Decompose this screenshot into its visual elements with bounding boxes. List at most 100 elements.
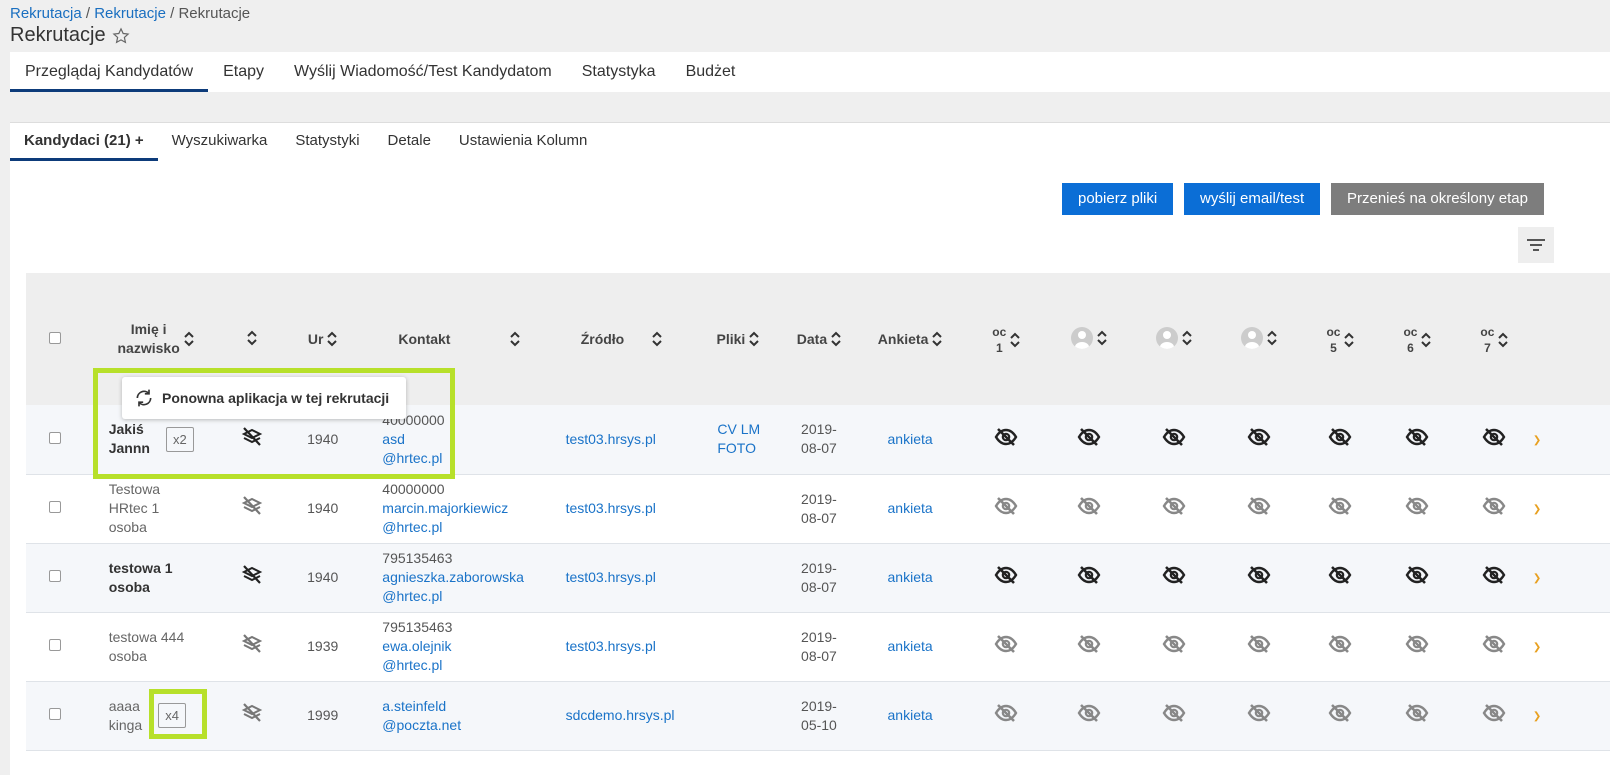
source-link[interactable]: test03.hrsys.pl bbox=[566, 638, 656, 654]
subtab-search[interactable]: Wyszukiwarka bbox=[158, 123, 282, 161]
name-cell[interactable]: testowa 444 osoba bbox=[85, 612, 227, 681]
row-select-cell[interactable] bbox=[26, 543, 85, 612]
evaluation-cell[interactable] bbox=[1379, 681, 1456, 750]
header-oc1[interactable]: oc 1 bbox=[966, 273, 1047, 405]
email-domain-link[interactable]: @hrtec.pl bbox=[382, 657, 442, 673]
evaluation-cell[interactable] bbox=[1456, 681, 1533, 750]
evaluation-cell[interactable] bbox=[1217, 474, 1302, 543]
email-domain-link[interactable]: @hrtec.pl bbox=[382, 588, 442, 604]
candidate-name-line1[interactable]: testowa 1 bbox=[109, 560, 173, 576]
candidate-name-line1[interactable]: aaaa bbox=[109, 698, 140, 714]
header-date[interactable]: Data bbox=[784, 273, 855, 405]
subtab-column-settings[interactable]: Ustawienia Kolumn bbox=[445, 123, 601, 161]
file-link[interactable]: CV LM bbox=[717, 421, 760, 437]
evaluation-cell[interactable] bbox=[1456, 612, 1533, 681]
source-link[interactable]: test03.hrsys.pl bbox=[566, 431, 656, 447]
reapply-count-badge[interactable]: x4 bbox=[158, 703, 186, 728]
evaluation-cell[interactable] bbox=[1047, 474, 1132, 543]
row-checkbox[interactable] bbox=[49, 501, 62, 513]
row-select-cell[interactable] bbox=[26, 405, 85, 474]
layers-slash-icon[interactable] bbox=[241, 634, 263, 654]
header-oc5[interactable]: oc 5 bbox=[1302, 273, 1379, 405]
download-files-button[interactable]: pobierz pliki bbox=[1062, 183, 1174, 215]
evaluation-cell[interactable] bbox=[1217, 405, 1302, 474]
evaluation-cell[interactable] bbox=[1456, 405, 1533, 474]
email-link[interactable]: marcin.majorkiewicz bbox=[382, 500, 508, 516]
name-cell[interactable]: testowa 1 osoba bbox=[85, 543, 227, 612]
evaluation-cell[interactable] bbox=[1379, 405, 1456, 474]
reapply-count-badge[interactable]: x2 bbox=[165, 426, 194, 452]
candidate-name-line1[interactable]: Jakiś bbox=[109, 421, 144, 437]
header-reviewer-3[interactable] bbox=[1217, 273, 1302, 405]
evaluation-cell[interactable] bbox=[1217, 612, 1302, 681]
layers-slash-icon[interactable] bbox=[241, 426, 263, 447]
layers-slash-icon[interactable] bbox=[241, 703, 263, 723]
email-link[interactable]: ewa.olejnik bbox=[382, 638, 451, 654]
filter-button[interactable] bbox=[1518, 227, 1554, 263]
candidate-name-line2[interactable]: Jannn bbox=[109, 440, 150, 456]
evaluation-cell[interactable] bbox=[1132, 681, 1217, 750]
row-checkbox[interactable] bbox=[49, 708, 62, 720]
candidate-name[interactable]: testowa 444 osoba bbox=[109, 628, 185, 666]
layers-slash-icon[interactable] bbox=[241, 496, 263, 516]
candidate-name[interactable]: Testowa HRtec 1 osoba bbox=[109, 480, 160, 537]
row-checkbox[interactable] bbox=[49, 570, 62, 582]
row-select-cell[interactable] bbox=[26, 612, 85, 681]
evaluation-cell[interactable] bbox=[1132, 474, 1217, 543]
header-reviewer-1[interactable] bbox=[1047, 273, 1132, 405]
candidate-name-line1[interactable]: testowa 444 bbox=[109, 629, 185, 645]
row-checkbox[interactable] bbox=[49, 639, 62, 651]
candidate-name[interactable]: aaaa kinga bbox=[109, 697, 142, 735]
star-icon[interactable] bbox=[112, 26, 130, 45]
evaluation-cell[interactable] bbox=[966, 543, 1047, 612]
visibility-cell[interactable] bbox=[227, 681, 278, 750]
candidate-name-line3[interactable]: osoba bbox=[109, 519, 147, 535]
send-email-test-button[interactable]: wyślij email/test bbox=[1184, 183, 1321, 215]
row-checkbox[interactable] bbox=[49, 431, 62, 444]
header-survey[interactable]: Ankieta bbox=[854, 273, 965, 405]
header-select-all[interactable] bbox=[26, 273, 85, 405]
header-source[interactable]: Źródło bbox=[551, 273, 693, 405]
evaluation-cell[interactable] bbox=[1302, 405, 1379, 474]
source-link[interactable]: sdcdemo.hrsys.pl bbox=[566, 707, 675, 723]
evaluation-cell[interactable] bbox=[1132, 543, 1217, 612]
survey-link[interactable]: ankieta bbox=[888, 707, 933, 723]
evaluation-cell[interactable] bbox=[1379, 474, 1456, 543]
evaluation-cell[interactable] bbox=[1302, 543, 1379, 612]
subtab-details[interactable]: Detale bbox=[374, 123, 445, 161]
email-link[interactable]: asd bbox=[382, 431, 405, 447]
visibility-cell[interactable] bbox=[227, 612, 278, 681]
evaluation-cell[interactable] bbox=[966, 474, 1047, 543]
evaluation-cell[interactable] bbox=[1047, 612, 1132, 681]
breadcrumb-item-2[interactable]: Rekrutacje bbox=[94, 5, 166, 22]
survey-link[interactable]: ankieta bbox=[888, 569, 933, 585]
candidate-name-line2[interactable]: osoba bbox=[109, 579, 150, 595]
evaluation-cell[interactable] bbox=[1217, 681, 1302, 750]
name-cell[interactable]: Testowa HRtec 1 osoba bbox=[85, 474, 227, 543]
evaluation-cell[interactable] bbox=[1302, 612, 1379, 681]
candidate-name-line1[interactable]: Testowa bbox=[109, 481, 160, 497]
evaluation-cell[interactable] bbox=[1379, 543, 1456, 612]
candidate-name-line2[interactable]: HRtec 1 bbox=[109, 500, 160, 516]
move-to-stage-button[interactable]: Przenieś na określony etap bbox=[1331, 183, 1544, 215]
tab-statistics[interactable]: Statystyka bbox=[567, 52, 671, 92]
subtab-candidates[interactable]: Kandydaci (21) + bbox=[10, 123, 158, 161]
evaluation-cell[interactable] bbox=[966, 681, 1047, 750]
visibility-cell[interactable] bbox=[227, 474, 278, 543]
tab-budget[interactable]: Budżet bbox=[671, 52, 751, 92]
table-row[interactable]: aaaa kinga x4 1999 a.steinfeld @poczta.ne… bbox=[26, 681, 1610, 750]
name-cell[interactable]: aaaa kinga x4 bbox=[85, 681, 227, 750]
evaluation-cell[interactable] bbox=[1456, 543, 1533, 612]
evaluation-cell[interactable] bbox=[1217, 543, 1302, 612]
layers-slash-icon[interactable] bbox=[241, 565, 263, 585]
file-link[interactable]: FOTO bbox=[717, 440, 756, 456]
evaluation-cell[interactable] bbox=[1047, 681, 1132, 750]
evaluation-cell[interactable] bbox=[966, 612, 1047, 681]
email-link[interactable]: a.steinfeld bbox=[382, 698, 446, 714]
visibility-cell[interactable] bbox=[227, 543, 278, 612]
candidate-name[interactable]: Jakiś Jannn bbox=[109, 420, 150, 458]
evaluation-cell[interactable] bbox=[966, 405, 1047, 474]
evaluation-cell[interactable] bbox=[1379, 612, 1456, 681]
candidate-name-line2[interactable]: osoba bbox=[109, 648, 147, 664]
tab-browse-candidates[interactable]: Przeglądaj Kandydatów bbox=[10, 52, 209, 92]
